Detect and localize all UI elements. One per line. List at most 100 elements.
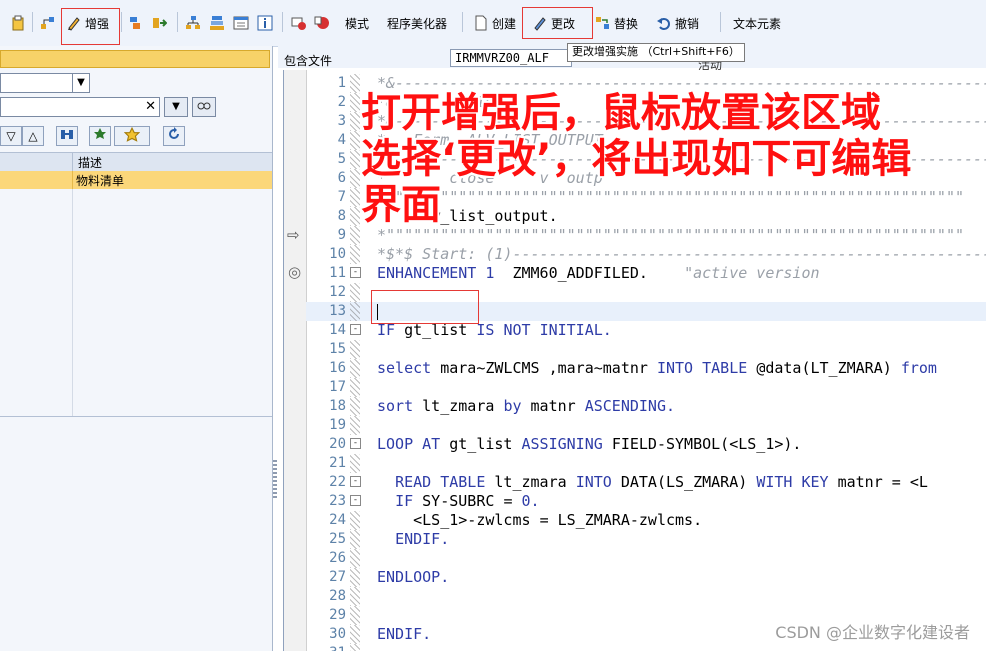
splitter-handle[interactable] <box>273 460 277 500</box>
navigate-icon[interactable] <box>151 11 170 35</box>
code-line[interactable]: 27 ENDLOOP. <box>306 568 986 587</box>
code-text: LOOP AT gt_list ASSIGNING FIELD-SYMBOL(<… <box>377 435 802 453</box>
code-line[interactable]: 9 *""""""""""""""""""""""""""""""""""""""… <box>306 226 986 245</box>
watermark: CSDN @企业数字化建设者 <box>775 623 970 642</box>
display-glasses-button[interactable] <box>192 97 216 117</box>
current-position-arrow-icon: ⇨ <box>287 226 300 244</box>
binoculars-icon[interactable] <box>56 126 78 146</box>
code-line[interactable]: 11- ENHANCEMENT 1 ZMM60_ADDFILED. "active… <box>306 264 986 283</box>
code-line[interactable]: 21 <box>306 454 986 473</box>
change-tooltip: 更改增强实施 （Ctrl+Shift+F6） <box>567 43 745 62</box>
code-text: IF SY-SUBRC = 0. <box>395 492 540 510</box>
clear-icon[interactable]: ✕ <box>145 99 156 114</box>
add-favorite-icon[interactable] <box>89 126 111 146</box>
annotation-line-1: 打开增强后，鼠标放置该区域 <box>361 90 881 136</box>
mode-button[interactable]: 模式 <box>345 11 369 35</box>
readonly-marker <box>350 340 360 359</box>
readonly-marker <box>350 283 360 302</box>
object-hierarchy-icon[interactable] <box>40 11 59 35</box>
fold-toggle-icon[interactable]: - <box>350 438 361 449</box>
line-number: 16 <box>329 360 346 376</box>
info-icon[interactable] <box>257 11 276 35</box>
display-object-icon[interactable] <box>128 11 147 35</box>
code-line[interactable]: 23- IF SY-SUBRC = 0. <box>306 492 986 511</box>
new-document-icon <box>475 15 487 31</box>
object-name-input[interactable]: ✕ <box>0 97 160 117</box>
line-number: 28 <box>329 588 346 604</box>
favorites-star-icon[interactable] <box>114 126 150 146</box>
code-line[interactable]: 24 <LS_1>-zwlcms = LS_ZMARA-zwlcms. <box>306 511 986 530</box>
code-line[interactable]: 22- READ TABLE lt_zmara INTO DATA(LS_ZMA… <box>306 473 986 492</box>
fold-toggle-icon[interactable]: - <box>350 476 361 487</box>
line-number: 24 <box>329 512 346 528</box>
include-name-field: IRMMVRZ00_ALF <box>450 49 572 67</box>
fold-toggle-icon[interactable]: - <box>350 324 361 335</box>
readonly-marker <box>350 568 360 587</box>
description-column-header[interactable]: 描述 <box>78 154 102 171</box>
line-number: 10 <box>329 246 346 262</box>
code-line[interactable]: 17 <box>306 378 986 397</box>
screen-icon[interactable] <box>291 11 310 35</box>
readonly-marker <box>350 359 360 378</box>
object-selection-bar[interactable] <box>0 50 270 68</box>
text-elements-button[interactable]: 文本元素 <box>733 11 781 35</box>
code-line[interactable]: 20- LOOP AT gt_list ASSIGNING FIELD-SYMBO… <box>306 435 986 454</box>
line-number: 3 <box>337 113 346 129</box>
line-number: 4 <box>337 132 346 148</box>
chevron-down-icon[interactable]: ▼ <box>72 74 89 92</box>
table-row[interactable]: 物料清单 <box>0 171 272 189</box>
collapse-icon[interactable]: ▽ <box>0 126 22 146</box>
object-type-dropdown[interactable]: ▼ <box>0 73 90 93</box>
navigator-toolbar: ▽ △ <box>0 126 272 148</box>
fold-toggle-icon[interactable]: - <box>350 495 361 506</box>
create-label: 创建 <box>492 16 517 31</box>
expand-icon[interactable]: △ <box>22 126 44 146</box>
line-number: 19 <box>329 417 346 433</box>
undo-button[interactable]: 撤销 <box>656 11 699 35</box>
readonly-marker <box>350 397 360 416</box>
line-number: 18 <box>329 398 346 414</box>
code-text: READ TABLE lt_zmara INTO DATA(LS_ZMARA) … <box>395 473 928 491</box>
window-icon[interactable] <box>233 11 252 35</box>
code-line[interactable]: 10 *$*$ Start: (1)-----------------------… <box>306 245 986 264</box>
pretty-printer-button[interactable]: 程序美化器 <box>387 11 447 35</box>
enhancement-spiral-icon: ◎ <box>288 263 302 281</box>
readonly-marker <box>350 378 360 397</box>
fold-toggle-icon[interactable]: - <box>350 267 361 278</box>
code-text: *$*$ Start: (1)-------------------------… <box>377 245 986 263</box>
clipboard-icon[interactable] <box>10 11 29 35</box>
code-line[interactable]: 31 <box>306 644 986 651</box>
line-number: 22 <box>329 474 346 490</box>
line-number: 25 <box>329 531 346 547</box>
dropdown-arrow-button[interactable]: ▼ <box>164 97 188 117</box>
readonly-marker <box>350 169 360 188</box>
code-text: select mara~ZWLCMS ,mara~matnr INTO TABL… <box>377 359 937 377</box>
line-number: 13 <box>329 303 346 319</box>
create-button[interactable]: 创建 <box>473 11 516 35</box>
code-text: ENDIF. <box>395 530 450 548</box>
readonly-marker <box>350 454 360 473</box>
hierarchy-tree-icon[interactable] <box>185 11 204 35</box>
code-text: sort lt_zmara by matnr ASCENDING. <box>377 397 676 415</box>
refresh-icon[interactable] <box>163 126 185 146</box>
code-line[interactable]: 15 <box>306 340 986 359</box>
readonly-marker <box>350 644 360 651</box>
stack-icon[interactable] <box>209 11 228 35</box>
code-line[interactable]: 25 ENDIF. <box>306 530 986 549</box>
code-text: *"""""""""""""""""""""""""""""""""""""""… <box>377 226 964 244</box>
code-line[interactable]: 26 <box>306 549 986 568</box>
line-number: 29 <box>329 607 346 623</box>
line-number: 8 <box>337 208 346 224</box>
stop-icon[interactable] <box>314 11 333 35</box>
code-line[interactable]: 28 <box>306 587 986 606</box>
readonly-marker <box>350 131 360 150</box>
code-text: <LS_1>-zwlcms = LS_ZMARA-zwlcms. <box>413 511 703 529</box>
code-line[interactable]: 16 select mara~ZWLCMS ,mara~matnr INTO TA… <box>306 359 986 378</box>
line-number: 2 <box>337 94 346 110</box>
line-number: 26 <box>329 550 346 566</box>
code-line[interactable]: 19 <box>306 416 986 435</box>
replace-button[interactable]: 替换 <box>595 11 638 35</box>
code-line[interactable]: 18 sort lt_zmara by matnr ASCENDING. <box>306 397 986 416</box>
object-navigator-panel: ▼ ✕ ▼ ▽ △ 描述 物料清单 <box>0 46 273 651</box>
readonly-marker <box>350 416 360 435</box>
